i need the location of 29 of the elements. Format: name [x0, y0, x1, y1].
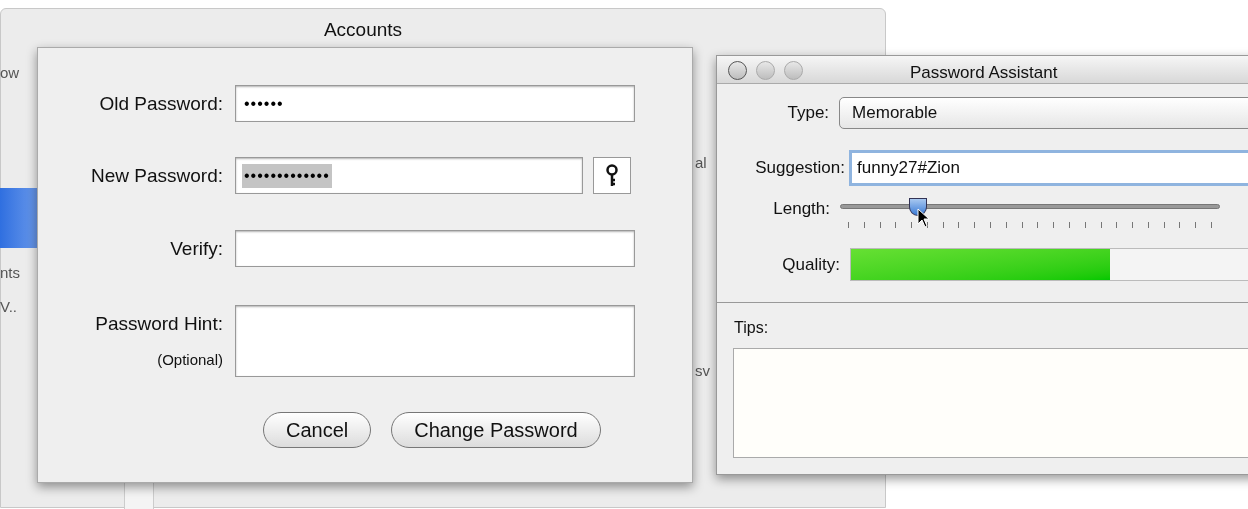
background-text: ow — [0, 63, 20, 83]
cancel-button[interactable]: Cancel — [263, 412, 372, 448]
field-label: Verify: — [170, 237, 223, 261]
field-label: New Password: — [91, 164, 223, 188]
field-sublabel: (Optional) — [157, 349, 223, 370]
suggestion-label: Suggestion: — [754, 157, 846, 180]
background-text: al — [695, 153, 707, 173]
password-field[interactable]: •••••• — [235, 85, 635, 122]
type-dropdown[interactable]: Memorable — [839, 97, 1248, 129]
cursor-icon — [916, 208, 930, 228]
window-title: Accounts — [322, 18, 404, 42]
background-text: sv — [695, 361, 710, 381]
suggestion-field[interactable]: funny27#Zion — [849, 150, 1248, 186]
quality-label: Quality: — [781, 253, 841, 276]
hint-field[interactable] — [235, 305, 635, 377]
field-label: Password Hint: — [95, 312, 223, 336]
background-text: V.. — [0, 297, 17, 317]
type-label: Type: — [786, 102, 831, 125]
key-button[interactable] — [593, 157, 631, 194]
field-label: Old Password: — [99, 92, 223, 116]
background-text: nts — [0, 263, 20, 283]
password-field[interactable]: ••••••••••••• — [235, 157, 583, 194]
password-field[interactable] — [235, 230, 635, 267]
tips-label: Tips: — [734, 318, 769, 338]
password-dots: ••••••••••••• — [242, 163, 332, 188]
key-icon — [606, 163, 618, 188]
change-password-button[interactable]: Change Password — [391, 412, 601, 448]
window-title: Password Assistant — [910, 62, 1058, 84]
length-label: Length: — [772, 198, 831, 220]
